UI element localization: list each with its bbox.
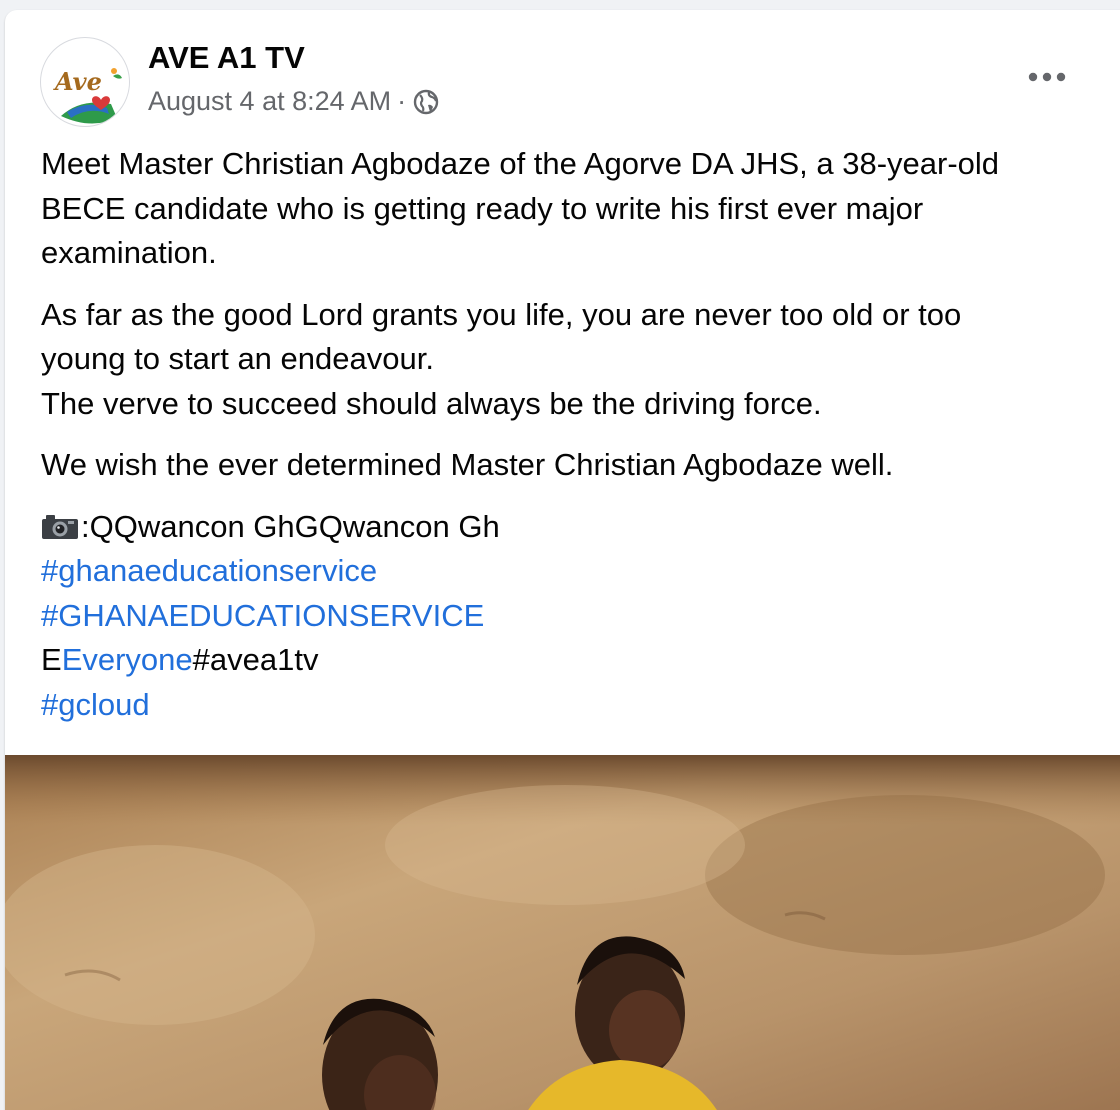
text-line: Meet Master Christian Agbodaze of the Ag… [41,146,1000,181]
hashtag-ghanaeducationservice[interactable]: #ghanaeducationservice [41,553,377,588]
hashtag-link[interactable]: #GHANAEDUCATIONSERVICE [41,594,1101,639]
paragraph-1: Meet Master Christian Agbodaze of the Ag… [41,142,1101,276]
post-timestamp[interactable]: August 4 at 8:24 AM [148,86,391,117]
text-line: BECE candidate who is getting ready to w… [41,190,924,226]
tags-block: :QQwancon GhGQwancon Gh #ghanaeducations… [41,505,1101,728]
text-line: We wish the ever determined Master Chris… [41,447,894,482]
everyone-mention[interactable]: Everyone [62,642,193,677]
text-line: young to start an endeavour. [41,341,434,376]
meta-separator: · [397,86,407,116]
everyone-prefix: E [41,642,62,677]
svg-text:Ave: Ave [53,67,102,96]
more-options-button[interactable] [1023,60,1071,94]
camera-icon [41,508,79,539]
text-line: As far as the good Lord grants you life,… [41,296,962,332]
photo-credit-text: :QQwancon GhGQwancon Gh [81,508,500,544]
post-header: Ave AVE A1 TV August 4 at 8:24 AM · [5,10,1120,130]
everyone-line: EEveryone#avea1tv [41,638,1101,683]
post-card: Ave AVE A1 TV August 4 at 8:24 AM · Meet… [5,10,1120,1110]
hashtag-avea1tv: #avea1tv [192,642,319,677]
text-line: The verve to succeed should always be th… [41,385,822,421]
paragraph-3: We wish the ever determined Master Chris… [41,443,1101,488]
text-line: examination. [41,235,217,270]
post-photo[interactable] [5,755,1120,1110]
globe-icon[interactable] [412,88,440,116]
photo-credit: :QQwancon GhGQwancon Gh [41,505,1101,550]
hashtag-gcloud[interactable]: #gcloud [41,687,150,722]
classroom-photo [5,755,1120,1110]
ave-logo: Ave [53,67,122,124]
post-meta: August 4 at 8:24 AM · [148,86,440,117]
hashtag-link[interactable]: #ghanaeducationservice [41,549,1101,594]
post-body: Meet Master Christian Agbodaze of the Ag… [41,142,1101,727]
paragraph-2: As far as the good Lord grants you life,… [41,293,1101,427]
hashtag-ghanaeducationservice-caps[interactable]: #GHANAEDUCATIONSERVICE [41,598,484,633]
page-avatar[interactable]: Ave [40,37,130,127]
page-name[interactable]: AVE A1 TV [148,40,305,76]
more-options-icon [1028,72,1066,82]
hashtag-link[interactable]: #gcloud [41,683,1101,728]
